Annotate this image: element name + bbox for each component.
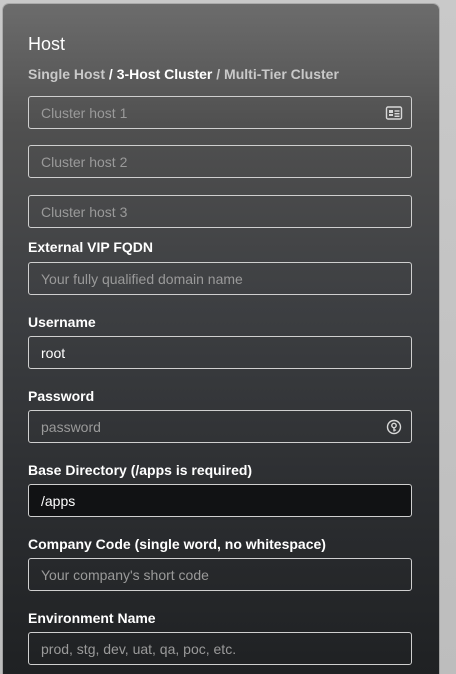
tab-single-host[interactable]: Single Host	[28, 66, 105, 82]
cluster-host-3-placeholder: Cluster host 3	[41, 204, 128, 220]
cluster-host-1-placeholder: Cluster host 1	[41, 105, 128, 121]
password-label: Password	[28, 388, 95, 404]
company-code-label: Company Code (single word, no whitespace…	[28, 536, 326, 552]
password-key-icon[interactable]	[385, 418, 403, 436]
username-value: root	[41, 345, 66, 361]
cluster-host-2-placeholder: Cluster host 2	[41, 154, 128, 170]
host-type-tabs: Single Host / 3-Host Cluster / Multi-Tie…	[28, 66, 339, 82]
company-code-placeholder: Your company's short code	[41, 567, 209, 583]
password-placeholder: password	[41, 419, 101, 435]
tab-separator: /	[108, 66, 117, 82]
company-code-input[interactable]: Your company's short code	[28, 558, 412, 591]
window-background: Host Single Host / 3-Host Cluster / Mult…	[0, 0, 456, 674]
username-label: Username	[28, 314, 96, 330]
cluster-host-1-input[interactable]: Cluster host 1	[28, 96, 412, 129]
cluster-host-3-input[interactable]: Cluster host 3	[28, 195, 412, 228]
cluster-host-2-input[interactable]: Cluster host 2	[28, 145, 412, 178]
section-title: Host	[28, 34, 66, 54]
environment-name-placeholder: prod, stg, dev, uat, qa, poc, etc.	[41, 641, 237, 657]
contact-card-icon[interactable]	[385, 104, 403, 122]
host-form-panel: Host Single Host / 3-Host Cluster / Mult…	[3, 4, 439, 674]
base-directory-label: Base Directory (/apps is required)	[28, 462, 253, 478]
environment-name-label: Environment Name	[28, 610, 156, 626]
tab-3-host-cluster[interactable]: 3-Host Cluster	[117, 66, 213, 82]
external-vip-placeholder: Your fully qualified domain name	[41, 271, 243, 287]
base-directory-value: /apps	[41, 493, 76, 509]
external-vip-label: External VIP FQDN	[28, 239, 154, 255]
base-directory-input[interactable]: /apps	[28, 484, 412, 517]
tab-separator: /	[216, 66, 225, 82]
username-input[interactable]: root	[28, 336, 412, 369]
external-vip-input[interactable]: Your fully qualified domain name	[28, 262, 412, 295]
tab-multi-tier-cluster[interactable]: Multi-Tier Cluster	[224, 66, 339, 82]
password-input[interactable]: password	[28, 410, 412, 443]
environment-name-input[interactable]: prod, stg, dev, uat, qa, poc, etc.	[28, 632, 412, 665]
